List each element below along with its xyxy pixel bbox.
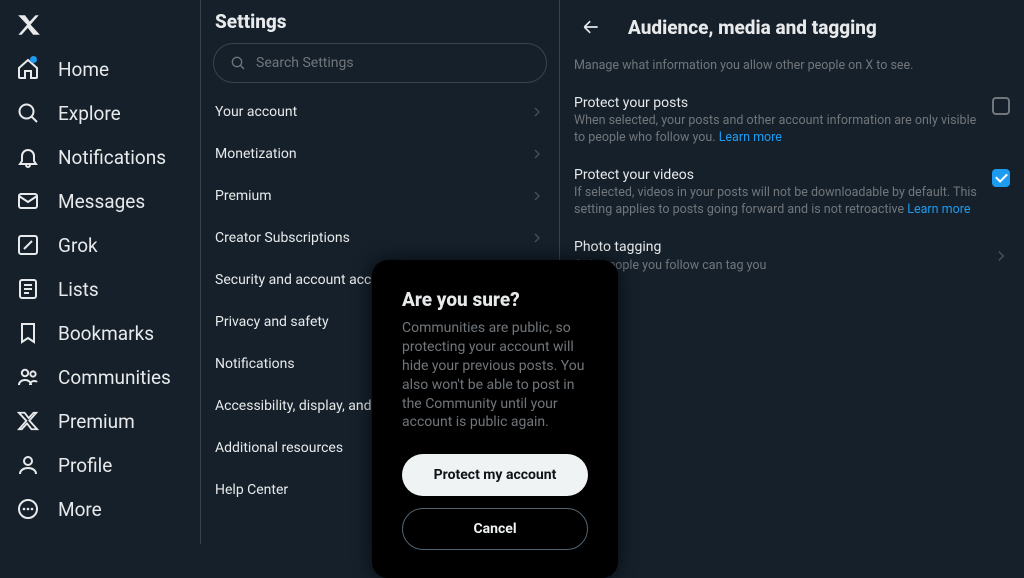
protect-videos-checkbox[interactable] (992, 169, 1010, 187)
settings-item-label: Creator Subscriptions (215, 230, 350, 246)
nav-label: Grok (58, 234, 98, 257)
settings-item-creator-subs[interactable]: Creator Subscriptions (201, 217, 559, 259)
nav-label: Messages (58, 190, 145, 213)
nav-premium[interactable]: Premium (4, 400, 194, 442)
protect-posts-checkbox[interactable] (992, 97, 1010, 115)
profile-icon (16, 453, 40, 477)
search-icon (16, 101, 40, 125)
settings-item-label: Premium (215, 188, 272, 204)
chevron-right-icon (529, 188, 545, 204)
option-title: Photo tagging (574, 239, 980, 257)
settings-item-label: Notifications (215, 356, 295, 372)
nav-label: Explore (58, 102, 121, 125)
settings-search[interactable] (213, 43, 547, 83)
primary-nav: Home Explore Notifications Messages Grok… (0, 0, 200, 544)
settings-item-monetization[interactable]: Monetization (201, 133, 559, 175)
detail-title: Audience, media and tagging (628, 16, 877, 39)
chevron-right-icon (529, 104, 545, 120)
settings-item-label: Additional resources (215, 440, 343, 456)
lists-icon (16, 277, 40, 301)
communities-icon (16, 365, 40, 389)
search-icon (230, 55, 246, 71)
premium-icon (16, 409, 40, 433)
chevron-right-icon (992, 247, 1010, 265)
settings-item-label: Help Center (215, 482, 288, 498)
settings-item-premium[interactable]: Premium (201, 175, 559, 217)
nav-lists[interactable]: Lists (4, 268, 194, 310)
settings-search-input[interactable] (256, 55, 530, 71)
option-desc: If selected, videos in your posts will n… (574, 185, 980, 219)
modal-body: Communities are public, so protecting yo… (402, 319, 588, 454)
option-title: Protect your posts (574, 95, 980, 113)
nav-notifications[interactable]: Notifications (4, 136, 194, 178)
nav-label: Premium (58, 410, 135, 433)
nav-grok[interactable]: Grok (4, 224, 194, 266)
option-title: Protect your videos (574, 167, 980, 185)
notification-dot-icon (30, 56, 37, 63)
chevron-right-icon (529, 230, 545, 246)
chevron-right-icon (529, 146, 545, 162)
more-icon (16, 497, 40, 521)
settings-item-label: Monetization (215, 146, 297, 162)
nav-label: Home (58, 58, 109, 81)
option-desc: Only people you follow can tag you (574, 257, 980, 275)
nav-bookmarks[interactable]: Bookmarks (4, 312, 194, 354)
nav-messages[interactable]: Messages (4, 180, 194, 222)
learn-more-link[interactable]: Learn more (907, 202, 970, 217)
settings-item-label: Privacy and safety (215, 314, 329, 330)
option-desc: When selected, your posts and other acco… (574, 113, 980, 147)
arrow-left-icon (581, 17, 601, 37)
settings-item-label: Security and account access (215, 272, 393, 288)
option-photo-tagging[interactable]: Photo tagging Only people you follow can… (574, 233, 1010, 289)
nav-label: More (58, 498, 102, 521)
envelope-icon (16, 189, 40, 213)
grok-icon (16, 233, 40, 257)
settings-title: Settings (201, 10, 559, 43)
nav-explore[interactable]: Explore (4, 92, 194, 134)
option-protect-posts: Protect your posts When selected, your p… (574, 89, 1010, 161)
nav-more[interactable]: More (4, 488, 194, 530)
settings-item-your-account[interactable]: Your account (201, 91, 559, 133)
nav-home[interactable]: Home (4, 48, 194, 90)
bookmark-icon (16, 321, 40, 345)
confirm-modal: Are you sure? Communities are public, so… (372, 260, 618, 578)
settings-item-label: Your account (215, 104, 297, 120)
modal-title: Are you sure? (402, 288, 588, 319)
x-logo[interactable] (4, 4, 54, 46)
modal-confirm-button[interactable]: Protect my account (402, 454, 588, 496)
nav-profile[interactable]: Profile (4, 444, 194, 486)
x-logo-icon (16, 12, 42, 38)
nav-communities[interactable]: Communities (4, 356, 194, 398)
learn-more-link[interactable]: Learn more (719, 130, 782, 145)
nav-label: Profile (58, 454, 112, 477)
nav-label: Communities (58, 366, 171, 389)
nav-label: Notifications (58, 146, 166, 169)
option-protect-videos: Protect your videos If selected, videos … (574, 161, 1010, 233)
bell-icon (16, 145, 40, 169)
modal-cancel-button[interactable]: Cancel (402, 508, 588, 550)
nav-label: Lists (58, 278, 99, 301)
nav-label: Bookmarks (58, 322, 154, 345)
detail-subtitle: Manage what information you allow other … (574, 52, 1010, 89)
detail-column: Audience, media and tagging Manage what … (560, 0, 1024, 544)
back-button[interactable] (574, 10, 608, 44)
